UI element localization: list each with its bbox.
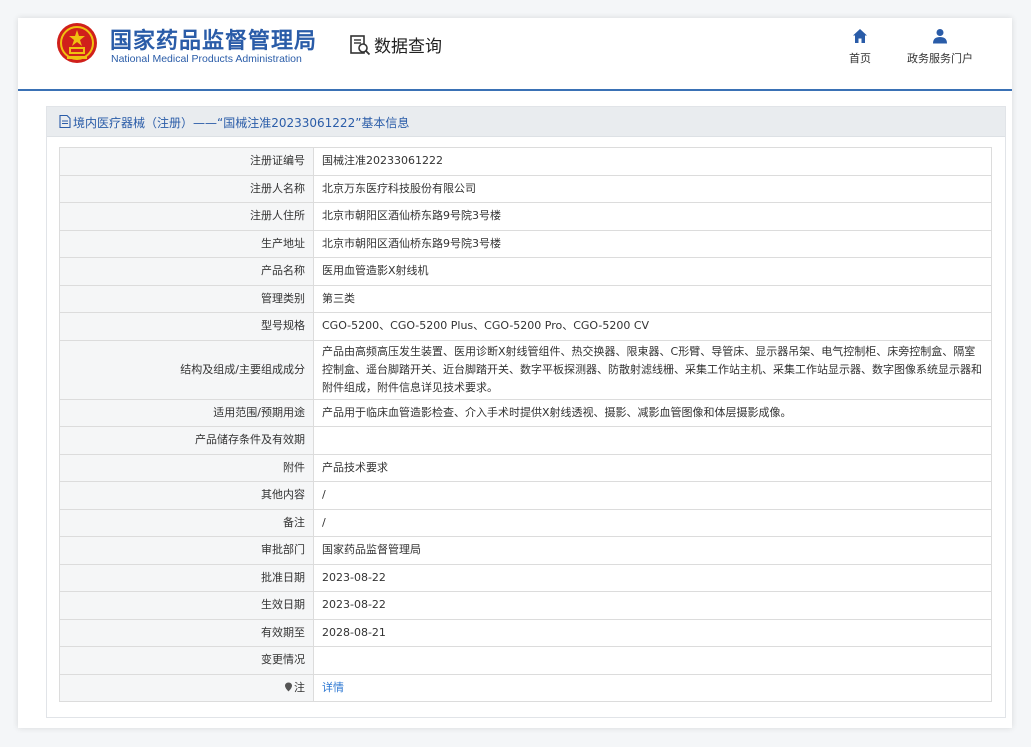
- field-label: 其他内容: [59, 481, 314, 510]
- field-label: 注册人住所: [59, 202, 314, 231]
- field-value: [313, 426, 992, 455]
- field-value: 北京市朝阳区酒仙桥东路9号院3号楼: [313, 202, 992, 231]
- table-row: 结构及组成/主要组成成分 产品由高频高压发生装置、医用诊断X射线管组件、热交换器、…: [59, 339, 992, 400]
- table-row: 产品名称 医用血管造影X射线机: [59, 257, 992, 286]
- field-label: 审批部门: [59, 536, 314, 565]
- field-value: 2023-08-22: [313, 563, 992, 592]
- field-label: 批准日期: [59, 563, 314, 592]
- site-logo-title: 国家药品监督管理局: [110, 29, 318, 54]
- nav-service-portal[interactable]: 政务服务门户: [895, 28, 985, 66]
- table-row: 有效期至 2028-08-21: [59, 618, 992, 647]
- table-row: 适用范围/预期用途 产品用于临床血管造影检查、介入手术时提供X射线透视、摄影、减影…: [59, 398, 992, 427]
- field-label: 注册证编号: [59, 147, 314, 176]
- table-row: 生效日期 2023-08-22: [59, 591, 992, 620]
- site-header: 国家药品监督管理局 National Medical Products Admi…: [18, 18, 1012, 91]
- map-pin-icon: [285, 682, 292, 692]
- table-row: 审批部门 国家药品监督管理局: [59, 536, 992, 565]
- table-row: 变更情况: [59, 646, 992, 675]
- field-value: 详情: [313, 673, 992, 702]
- nav-service-portal-label: 政务服务门户: [907, 52, 973, 65]
- field-label: 注册人名称: [59, 174, 314, 203]
- panel-title-bar: 境内医疗器械（注册）——“国械注准20233061222”基本信息: [47, 107, 1005, 137]
- field-label: 适用范围/预期用途: [59, 398, 314, 427]
- field-label: 产品储存条件及有效期: [59, 426, 314, 455]
- table-row: 型号规格 CGO-5200、CGO-5200 Plus、CGO-5200 Pro、…: [59, 312, 992, 341]
- field-label: 生效日期: [59, 591, 314, 620]
- field-value: 北京市朝阳区酒仙桥东路9号院3号楼: [313, 229, 992, 258]
- table-row: 附件 产品技术要求: [59, 453, 992, 482]
- field-value: /: [313, 508, 992, 537]
- page-card: 国家药品监督管理局 National Medical Products Admi…: [18, 18, 1012, 728]
- field-value: [313, 646, 992, 675]
- field-value: 2023-08-22: [313, 591, 992, 620]
- field-value: 国家药品监督管理局: [313, 536, 992, 565]
- field-value: 产品技术要求: [313, 453, 992, 482]
- field-value: /: [313, 481, 992, 510]
- field-value: 医用血管造影X射线机: [313, 257, 992, 286]
- table-row: 备注 /: [59, 508, 992, 537]
- field-label: 型号规格: [59, 312, 314, 341]
- field-value: 第三类: [313, 284, 992, 313]
- field-label: 产品名称: [59, 257, 314, 286]
- data-query-label: 数据查询: [374, 37, 442, 57]
- user-icon: [933, 29, 947, 44]
- field-label: 备注: [59, 508, 314, 537]
- table-row: 注册人住所 北京市朝阳区酒仙桥东路9号院3号楼: [59, 202, 992, 231]
- field-value: CGO-5200、CGO-5200 Plus、CGO-5200 Pro、CGO-…: [313, 312, 992, 341]
- document-icon: [59, 115, 71, 128]
- national-emblem-logo: [57, 23, 97, 63]
- site-logo-subtitle: National Medical Products Administration: [111, 53, 302, 65]
- field-label: 生产地址: [59, 229, 314, 258]
- field-label: 注: [59, 673, 314, 702]
- table-row: 其他内容 /: [59, 481, 992, 510]
- field-label: 结构及组成/主要组成成分: [59, 339, 314, 400]
- table-row: 批准日期 2023-08-22: [59, 563, 992, 592]
- basic-info-panel: 境内医疗器械（注册）——“国械注准20233061222”基本信息 注册证编号国…: [46, 106, 1006, 718]
- field-label: 附件: [59, 453, 314, 482]
- detail-link[interactable]: 详情: [322, 681, 344, 694]
- home-icon: [853, 29, 867, 43]
- field-value: 2028-08-21: [313, 618, 992, 647]
- table-row-note: 注 详情: [59, 673, 992, 702]
- field-label: 变更情况: [59, 646, 314, 675]
- field-value: 产品用于临床血管造影检查、介入手术时提供X射线透视、摄影、减影血管图像和体层摄影…: [313, 398, 992, 427]
- panel-title: 境内医疗器械（注册）——“国械注准20233061222”基本信息: [73, 116, 410, 130]
- nav-home[interactable]: 首页: [815, 28, 905, 66]
- table-row: 产品储存条件及有效期: [59, 426, 992, 455]
- registration-info-table: 注册证编号 国械注准20233061222 注册人名称 北京万东医疗科技股份有限公司…: [59, 147, 992, 702]
- table-row: 注册证编号 国械注准20233061222: [59, 147, 992, 176]
- note-label: 注: [294, 680, 305, 694]
- nav-home-label: 首页: [849, 52, 871, 65]
- field-label: 管理类别: [59, 284, 314, 313]
- field-value: 国械注准20233061222: [313, 147, 992, 176]
- field-value: 产品由高频高压发生装置、医用诊断X射线管组件、热交换器、限束器、C形臂、导管床、…: [313, 339, 992, 400]
- field-label: 有效期至: [59, 618, 314, 647]
- search-document-icon: [350, 35, 371, 56]
- field-value: 北京万东医疗科技股份有限公司: [313, 174, 992, 203]
- table-row: 管理类别 第三类: [59, 284, 992, 313]
- table-row: 生产地址 北京市朝阳区酒仙桥东路9号院3号楼: [59, 229, 992, 258]
- table-row: 注册人名称 北京万东医疗科技股份有限公司: [59, 174, 992, 203]
